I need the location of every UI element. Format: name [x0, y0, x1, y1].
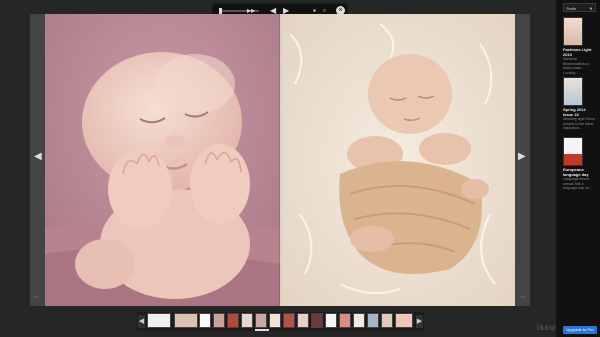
related-cover[interactable] — [563, 77, 583, 106]
related-item[interactable]: Spring 2012 Issue 22 Wedding style Stone… — [563, 77, 596, 131]
sidebar-filter-select[interactable]: Smile ▼ — [563, 3, 596, 12]
related-item-desc: Wedding style Stone peaces to the latest… — [563, 117, 596, 130]
related-cover[interactable] — [563, 17, 583, 46]
reader-viewport: ▸▸ ◀ ▶ ▪ ▫ × ◀ ▶ ⇤ ⇥ ◀ ▶ issuu — [0, 0, 560, 337]
related-cover[interactable] — [563, 137, 583, 166]
thumbnail[interactable] — [325, 313, 337, 328]
thumbnail[interactable] — [339, 313, 351, 328]
thumbnail[interactable] — [255, 313, 267, 328]
baby-fur-photo — [280, 14, 515, 306]
thumbnail[interactable] — [395, 313, 413, 328]
related-item[interactable]: Europeans language day Language theme an… — [563, 137, 596, 191]
active-thumbnail-indicator — [255, 329, 269, 331]
left-page[interactable] — [45, 14, 280, 306]
related-item-title[interactable]: Fashions Light 2013 — [563, 47, 596, 57]
thumbnail[interactable] — [297, 313, 309, 328]
right-page[interactable] — [280, 14, 515, 306]
related-item[interactable]: Fashions Light 2013 Sandeep Bhantmawinda… — [563, 17, 596, 75]
thumbs-next-arrow-icon[interactable]: ▶ — [416, 315, 423, 328]
thumbnail[interactable] — [241, 313, 253, 328]
thumbnail[interactable] — [269, 313, 281, 328]
thumbnail[interactable] — [213, 313, 225, 328]
related-item-title[interactable]: Spring 2012 Issue 22 — [563, 107, 596, 117]
related-item-desc: Sandeep Bhantmawinda a lasers wasn Looki… — [563, 57, 590, 75]
first-page-icon[interactable]: ⇤ — [34, 293, 40, 301]
chevron-down-icon: ▼ — [589, 6, 593, 11]
prev-page-arrow-icon[interactable]: ◀ — [34, 152, 42, 162]
last-page-icon[interactable]: ⇥ — [519, 293, 525, 301]
baby-pink-photo — [45, 14, 280, 306]
thumbnail[interactable] — [174, 313, 198, 328]
thumbnail[interactable] — [311, 313, 323, 328]
thumbnail[interactable] — [283, 313, 295, 328]
thumbnail[interactable] — [147, 313, 171, 328]
related-sidebar: Smile ▼ Fashions Light 2013 Sandeep Bhan… — [556, 0, 600, 337]
page-spine — [279, 14, 282, 306]
related-item-desc: Language theme annual Talk a language da… — [563, 177, 592, 190]
select-value: Smile — [566, 6, 577, 11]
thumbnail-strip: ◀ ▶ — [137, 312, 424, 331]
thumbnail[interactable] — [353, 313, 365, 328]
thumbnail[interactable] — [227, 313, 239, 328]
thumbs-prev-arrow-icon[interactable]: ◀ — [138, 315, 145, 328]
next-page-arrow-icon[interactable]: ▶ — [518, 152, 526, 162]
thumbnail[interactable] — [199, 313, 211, 328]
upgrade-button[interactable]: Upgrade to Pro — [563, 326, 597, 334]
thumbnail[interactable] — [381, 313, 393, 328]
related-item-title[interactable]: Europeans language day — [563, 167, 596, 177]
thumbnail[interactable] — [367, 313, 379, 328]
